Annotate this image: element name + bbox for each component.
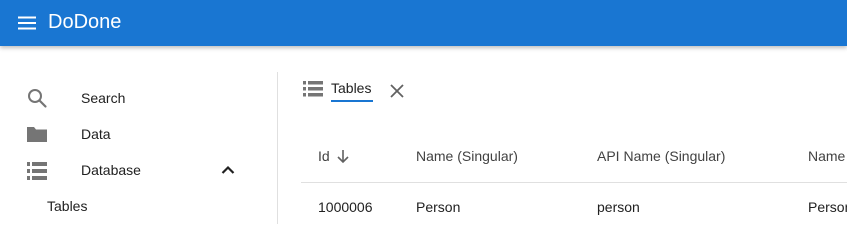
- sidebar-item-label: Data: [81, 126, 111, 142]
- tab-active-indicator: [331, 100, 373, 102]
- table-cell-name: Person: [808, 199, 847, 215]
- folder-icon: [27, 127, 47, 142]
- arrow-down-icon[interactable]: [336, 148, 350, 164]
- sidebar-item-database[interactable]: Database: [0, 151, 277, 187]
- table-cell-name-singular: Person: [416, 199, 461, 215]
- search-icon: [28, 89, 47, 108]
- table-cell-id: 1000006: [318, 199, 373, 215]
- sidebar-item-label: Database: [81, 162, 141, 178]
- table-cell-api-name-singular: person: [597, 199, 640, 215]
- sidebar-item-data[interactable]: Data: [0, 115, 277, 151]
- column-header-api-name-singular[interactable]: API Name (Singular): [597, 148, 725, 164]
- tab-label: Tables: [331, 80, 372, 96]
- app-title: DoDone: [48, 11, 122, 33]
- sidebar-subitem-tables[interactable]: Tables: [47, 198, 87, 214]
- database-list-icon: [27, 162, 47, 180]
- table-list-icon: [303, 81, 323, 97]
- sidebar-item-search[interactable]: Search: [0, 79, 277, 115]
- app-bar: DoDone: [0, 0, 847, 46]
- sidebar-divider: [277, 72, 278, 224]
- sidebar-item-label: Search: [81, 90, 126, 106]
- column-header-name-singular[interactable]: Name (Singular): [416, 148, 518, 164]
- column-header-name[interactable]: Name: [808, 148, 845, 164]
- chevron-up-icon[interactable]: [219, 161, 237, 179]
- close-icon[interactable]: [388, 82, 406, 100]
- table-row[interactable]: [301, 183, 847, 224]
- column-header-id[interactable]: Id: [318, 148, 330, 164]
- menu-icon[interactable]: [17, 13, 37, 33]
